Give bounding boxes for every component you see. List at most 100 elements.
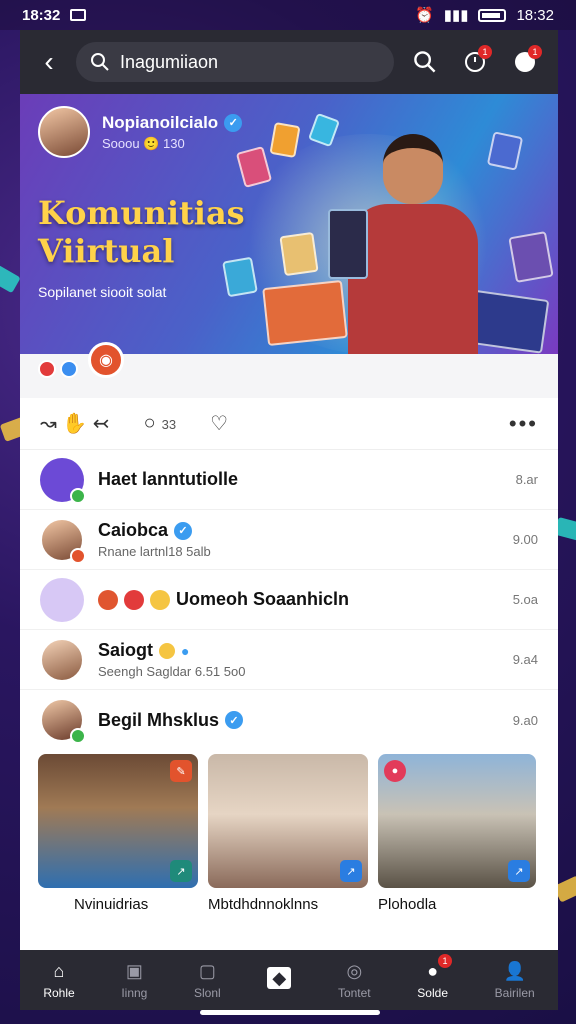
verified-icon: ✓ — [174, 521, 193, 540]
list-avatar — [40, 698, 86, 744]
photo-expand-icon: ↗ — [340, 860, 362, 882]
list-avatar — [40, 517, 86, 564]
floating-card — [269, 121, 301, 159]
list-item-title-text: Begil Mhsklus — [98, 709, 220, 730]
alarm-icon: ⏰ — [415, 7, 434, 24]
banner-title-line1: Komunitias — [38, 194, 245, 232]
gallery-photo[interactable]: ↗ — [208, 754, 368, 888]
list-item-title: Haet lanntutiolle — [98, 469, 239, 489]
photo-badge-icon: ● — [384, 760, 406, 782]
chat-icon: ▣ — [125, 960, 143, 981]
list-item-time: 9.00 — [512, 532, 538, 547]
profile-name-text: Nopianoilcialo — [102, 112, 219, 132]
tv-icon: ▢ — [198, 960, 216, 981]
comment-button[interactable]: ○ 33 — [144, 412, 177, 435]
banner-title: Komunitias Viirtual — [38, 194, 245, 270]
avatar — [38, 106, 90, 158]
search-icon — [91, 53, 109, 71]
list-item-title: Uomeoh Soaanhicln — [98, 589, 499, 610]
comment-count: 33 — [161, 417, 177, 432]
reaction-heart-icon — [38, 360, 56, 378]
nav-label: Slonl — [193, 986, 221, 1000]
verified-icon: ✓ — [224, 113, 243, 132]
target-icon: ◎ — [346, 960, 363, 981]
like-button[interactable]: ♡ — [210, 411, 228, 436]
status-time: 18:32 — [22, 6, 61, 24]
nav-home[interactable]: ⌂ Rohle — [43, 960, 75, 1001]
verified-icon: ✓ — [225, 711, 244, 729]
gallery-caption: Mbtdhdnnoklnns — [208, 896, 319, 913]
search-icon — [414, 51, 436, 73]
floating-card — [262, 279, 348, 347]
notifications-button[interactable]: 1 — [456, 43, 494, 81]
list-item[interactable]: Begil Mhsklus ✓ 9.a0 — [20, 690, 558, 750]
search-button[interactable] — [406, 43, 444, 81]
signal-icon: ▮▮▮ — [443, 7, 469, 24]
nav-messages[interactable]: ● 1 Solde — [417, 954, 452, 1000]
drop-icon: ● — [181, 642, 190, 659]
list-item-title: Begil Mhsklus ✓ — [98, 710, 499, 731]
more-options-icon[interactable]: ••• — [509, 411, 538, 437]
status-indicator — [70, 547, 86, 564]
list-item-time: 9.a0 — [512, 712, 538, 728]
list-avatar — [40, 577, 84, 622]
reaction-button[interactable]: ↝ ✋ ↢ — [40, 411, 110, 436]
list-avatar — [40, 637, 84, 682]
nav-profile[interactable]: 👤 Bairilen — [494, 960, 535, 1001]
status-right: ⏰ ▮▮▮ 18:32 — [415, 6, 554, 25]
nav-create[interactable]: ◆ — [267, 967, 292, 993]
list-item-time: 5.oa — [512, 592, 538, 607]
photo-gallery: ✎ ↗ ↗ ● ↗ — [20, 750, 558, 888]
floating-card — [279, 231, 319, 277]
list-item[interactable]: Haet lanntutiolle 8.ar — [20, 450, 558, 510]
list-item-text: Caiobca ✓ Rnane lartnl18 5alb — [98, 520, 499, 559]
nav-target[interactable]: ◎ Tontet — [337, 960, 371, 1001]
list-item[interactable]: Caiobca ✓ Rnane lartnl18 5alb 9.00 — [20, 510, 558, 570]
nav-chat[interactable]: ▣ Iinng — [121, 960, 147, 1001]
search-bar[interactable]: Inagumiiaon — [76, 42, 394, 82]
comment-icon: ○ — [143, 412, 156, 434]
gallery-captions: Nvinuidrias Mbtdhdnnoklnns Plohodla — [20, 888, 558, 921]
avatar — [40, 637, 84, 682]
gallery-caption: Nvinuidrias — [74, 896, 149, 913]
online-indicator — [70, 728, 86, 744]
gallery-photo[interactable]: ✎ ↗ — [38, 754, 198, 888]
banner-profile[interactable]: Nopianoilcialo ✓ Sooou 🙂 130 — [38, 106, 243, 158]
phone-icon — [328, 209, 368, 279]
list-item-text: Begil Mhsklus ✓ — [98, 710, 499, 731]
create-icon: ◆ — [267, 967, 292, 989]
banner-title-line2: Viirtual — [38, 232, 175, 270]
nav-tv[interactable]: ▢ Slonl — [193, 960, 221, 1001]
community-group-icon[interactable]: ◉ — [88, 342, 124, 378]
photo-share-icon: ↗ — [170, 860, 192, 882]
list-item-title: Caiobca ✓ — [98, 520, 499, 541]
list-item-subtitle: Rnane lartnl18 5alb — [98, 544, 211, 559]
nav-label: Tontet — [337, 986, 371, 1000]
search-text: Inagumiiaon — [120, 51, 219, 72]
list-item-title-text: Uomeoh Soaanhicln — [176, 589, 350, 609]
love-emoji-icon — [124, 589, 144, 610]
battery-icon — [478, 8, 507, 22]
list-item-title-text: Caiobca — [98, 520, 169, 540]
back-icon[interactable]: ‹ — [34, 46, 64, 78]
profile-name: Nopianoilcialo ✓ — [102, 112, 243, 133]
list-item-text: Haet lanntutiolle — [98, 469, 502, 490]
list-item[interactable]: Uomeoh Soaanhicln 5.oa — [20, 570, 558, 630]
app-window: ‹ Inagumiiaon 1 1 Nopianoilcialo ✓ Sooou… — [20, 30, 558, 1010]
list-item-time: 9.a4 — [512, 652, 538, 667]
nav-label: Rohle — [43, 986, 75, 1000]
home-indicator[interactable] — [200, 1010, 380, 1015]
top-bar: ‹ Inagumiiaon 1 1 — [20, 30, 558, 94]
message-badge: 1 — [528, 45, 542, 59]
bottom-nav: ⌂ Rohle ▣ Iinng ▢ Slonl ◆ ◎ Tontet ● 1 S… — [20, 950, 558, 1010]
nav-label: Solde — [417, 986, 448, 1000]
list-item[interactable]: Saiogt ● Seengh Sagldar 6.51 5o0 9.a4 — [20, 630, 558, 690]
messages-button[interactable]: 1 — [506, 43, 544, 81]
clap-icon: ✋ — [62, 413, 88, 435]
floating-card — [486, 131, 524, 171]
photo-expand-icon: ↗ — [508, 860, 530, 882]
angry-emoji-icon — [98, 589, 118, 610]
gallery-photo[interactable]: ● ↗ — [378, 754, 536, 888]
nav-label: Bairilen — [494, 986, 535, 1000]
community-banner[interactable]: Nopianoilcialo ✓ Sooou 🙂 130 Komunitias … — [20, 94, 558, 354]
